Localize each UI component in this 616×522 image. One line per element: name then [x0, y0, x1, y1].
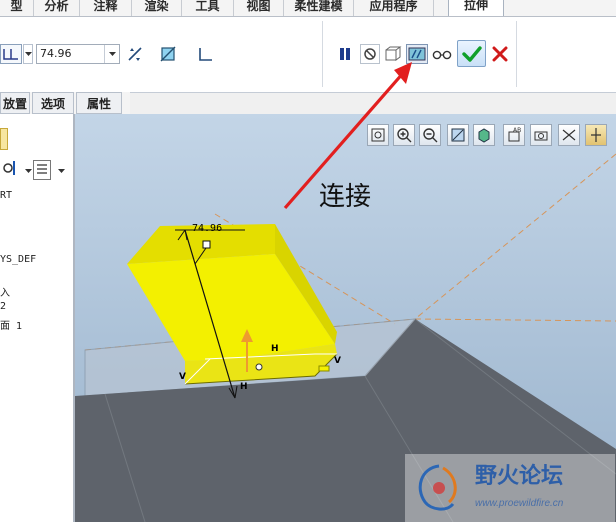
no-preview-icon [364, 48, 376, 60]
tree-item[interactable]: 面 1 [0, 317, 22, 332]
camera-icon [534, 131, 548, 141]
list-icon [37, 164, 47, 174]
depth-value-dropdown[interactable] [104, 45, 119, 63]
preview-button[interactable] [383, 44, 405, 64]
cube-icon [478, 128, 490, 143]
view-toolbar: AB [367, 124, 607, 148]
remove-material-icon [160, 46, 176, 62]
connect-preview-button[interactable] [406, 44, 428, 64]
saved-views-button[interactable]: AB [503, 124, 525, 146]
depth-dimension-label[interactable]: 74.96 [192, 223, 222, 234]
flip-direction-icon [128, 47, 142, 61]
thicken-sketch-button[interactable] [194, 44, 216, 64]
refit-button[interactable] [367, 124, 389, 146]
ribbon-tab-bar: 型 分析 注释 渲染 工具 视图 柔性建模 应用程序 拉伸 [0, 0, 616, 17]
watermark-logo [418, 464, 457, 511]
tab-analysis[interactable]: 分析 [34, 0, 80, 16]
axis-marker: V [179, 372, 186, 382]
zoom-out-button[interactable] [419, 124, 441, 146]
glasses-icon [432, 50, 452, 60]
tree-item[interactable]: 入 [0, 284, 10, 299]
chevron-down-icon [58, 169, 65, 173]
dashboard-sub-tabs: 放置 选项 属性 [0, 92, 130, 114]
tab-view[interactable]: 视图 [234, 0, 284, 16]
show-list-button[interactable] [33, 160, 51, 180]
gear-icon [3, 161, 15, 175]
refit-icon [371, 128, 385, 142]
depth-blind-icon [3, 49, 18, 60]
chevron-down-icon [24, 51, 32, 56]
chevron-down-icon [25, 169, 32, 173]
display-style-button[interactable] [473, 124, 495, 146]
zoom-in-button[interactable] [393, 124, 415, 146]
ribbon-separator [516, 21, 517, 87]
repaint-button[interactable] [447, 124, 469, 146]
view-manager-button[interactable] [530, 124, 552, 146]
perspective-icon [562, 129, 576, 141]
datum-display-button[interactable] [585, 124, 607, 146]
depth-value-text: 74.96 [40, 47, 72, 60]
x-icon [492, 46, 508, 62]
tab-options[interactable]: 选项 [32, 92, 74, 114]
zoom-out-icon [423, 128, 438, 143]
annotation-text: 连接 [319, 182, 372, 212]
tree-item[interactable]: YS_DEF [0, 254, 36, 265]
graphics-viewport[interactable]: 74.96 H H V V AB 连接 野火论坛 www.proewildfir… [75, 114, 616, 522]
tree-item[interactable]: RT [0, 190, 12, 201]
svg-text:AB: AB [513, 127, 521, 134]
tab-properties[interactable]: 属性 [76, 92, 122, 114]
verify-button[interactable] [431, 44, 453, 64]
pause-icon [340, 48, 350, 60]
ok-button[interactable] [457, 40, 486, 67]
watermark: 野火论坛 www.proewildfire.cn [405, 454, 615, 522]
depth-value-field[interactable]: 74.96 [36, 44, 120, 64]
watermark-title: 野火论坛 [475, 463, 564, 489]
extrude-dashboard: 74.96 [0, 17, 616, 93]
chevron-down-icon [108, 51, 116, 56]
saved-views-icon: AB [508, 127, 521, 142]
depth-blind-button[interactable] [0, 44, 22, 64]
cancel-button[interactable] [489, 44, 511, 64]
checkmark-icon [461, 45, 482, 62]
axis-marker: V [334, 356, 341, 366]
datum-display-icon [591, 128, 601, 142]
preview-icon [385, 46, 402, 61]
model-tree-panel: RT YS_DEF 入 2 面 1 [0, 114, 75, 522]
thicken-sketch-icon [199, 48, 212, 61]
tab-render[interactable]: 渲染 [132, 0, 182, 16]
tab-applications[interactable]: 应用程序 [354, 0, 434, 16]
perspective-button[interactable] [558, 124, 580, 146]
tab-extrude[interactable]: 拉伸 [448, 0, 504, 16]
tab-flexible-modeling[interactable]: 柔性建模 [284, 0, 354, 16]
axis-marker: H [271, 344, 279, 354]
drag-handle[interactable] [202, 240, 211, 249]
axis-marker: H [240, 382, 248, 392]
tree-settings-button[interactable] [0, 158, 22, 182]
tab-tools[interactable]: 工具 [182, 0, 234, 16]
connect-preview-icon [408, 47, 426, 61]
tab-placement[interactable]: 放置 [0, 92, 30, 114]
repaint-icon [451, 128, 465, 142]
remove-material-button[interactable] [157, 44, 179, 64]
no-preview-button[interactable] [360, 44, 380, 64]
flip-direction-button[interactable] [124, 44, 146, 64]
tab-model[interactable]: 型 [0, 0, 34, 16]
zoom-in-icon [397, 128, 412, 143]
tab-annotate[interactable]: 注释 [80, 0, 132, 16]
ribbon-separator [322, 21, 323, 87]
tree-item[interactable]: 2 [0, 301, 6, 312]
watermark-url: www.proewildfire.cn [475, 498, 564, 509]
pause-button[interactable] [336, 44, 354, 64]
depth-type-dropdown[interactable] [23, 44, 33, 64]
folder-icon[interactable] [0, 128, 8, 150]
